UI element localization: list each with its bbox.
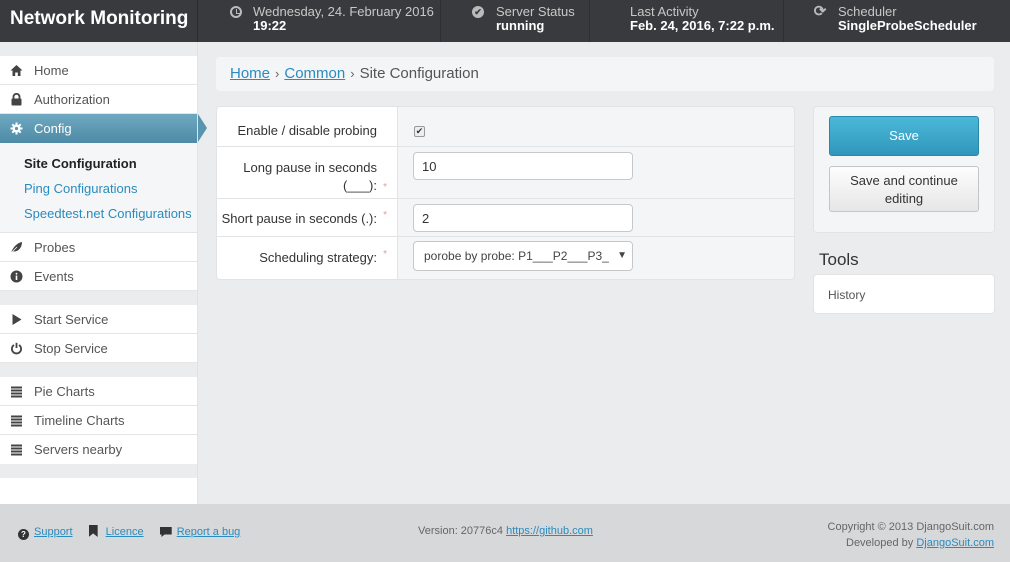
enable-probing-checkbox[interactable]: ✔ (414, 126, 425, 137)
server-status-label: Server Status (496, 4, 575, 19)
github-link[interactable]: https://github.com (506, 525, 593, 537)
lock-icon (10, 92, 23, 106)
header-server-status: ✔ Server Status running (441, 0, 590, 42)
submit-panel: Save Save and continue editing (813, 106, 995, 233)
header-scheduler: ⟳ Scheduler SingleProbeScheduler (784, 0, 1010, 42)
sidebar-item-home[interactable]: Home (0, 56, 198, 85)
sidebar-item-label: Servers nearby (34, 442, 123, 457)
strategy-select[interactable]: porobe by probe: P1___P2___P3_ ▼ (413, 241, 633, 271)
refresh-icon: ⟳ (813, 3, 827, 20)
header-datetime: Wednesday, 24. February 2016 19:22 (199, 0, 441, 42)
top-header: Network Monitoring Wednesday, 24. Februa… (0, 0, 1010, 42)
last-activity-label: Last Activity (630, 4, 699, 19)
sidebar-item-label: Events (34, 269, 74, 284)
breadcrumb-common-link[interactable]: Common (284, 65, 345, 82)
leaf-icon (10, 241, 23, 254)
sidebar-item-label: Config (34, 121, 72, 136)
enable-probing-label: Enable / disable probing (217, 107, 398, 146)
subnav-ping-configurations[interactable]: Ping Configurations (0, 176, 198, 201)
date-label: Wednesday, 24. February 2016 (253, 4, 434, 19)
play-icon (10, 313, 23, 326)
sidebar-item-label: Stop Service (34, 341, 108, 356)
report-bug-link[interactable]: Report a bug (177, 526, 241, 538)
breadcrumb-separator: › (350, 66, 355, 81)
last-activity-value: Feb. 24, 2016, 7:22 p.m. (630, 18, 775, 33)
history-link[interactable]: History (813, 274, 995, 314)
sidebar-item-label: Start Service (34, 312, 109, 327)
form-row-enable: Enable / disable probing ✔ (217, 107, 794, 147)
sidebar-item-events[interactable]: Events (0, 262, 198, 291)
sidebar-group-charts: Pie Charts Timeline Charts Servers nearb… (0, 377, 198, 464)
copyright-text: Copyright © 2013 DjangoSuit.com (827, 521, 994, 533)
list-icon (10, 414, 23, 427)
developer-link[interactable]: DjangoSuit.com (916, 537, 994, 549)
breadcrumb-current: Site Configuration (359, 65, 479, 82)
sidebar-item-label: Probes (34, 240, 76, 255)
sidebar-item-config[interactable]: Config (0, 114, 207, 143)
short-pause-input[interactable] (413, 204, 633, 232)
sidebar-item-label: Pie Charts (34, 384, 95, 399)
sidebar-item-servers-nearby[interactable]: Servers nearby (0, 435, 198, 464)
server-status-value: running (496, 18, 545, 33)
form-row-strategy: Scheduling strategy: * porobe by probe: … (217, 237, 794, 279)
sidebar-item-probes[interactable]: Probes (0, 233, 198, 262)
sidebar-item-stop-service[interactable]: Stop Service (0, 334, 198, 363)
question-icon: ? (18, 529, 29, 540)
header-last-activity: Last Activity Feb. 24, 2016, 7:22 p.m. (590, 0, 784, 42)
subnav-speedtest-configurations[interactable]: Speedtest.net Configurations (0, 201, 198, 226)
sidebar-item-authorization[interactable]: Authorization (0, 85, 198, 114)
required-marker: * (383, 249, 387, 260)
tools-title: Tools (819, 250, 859, 269)
site-configuration-form: Enable / disable probing ✔ Long pause in… (216, 106, 795, 280)
footer-version: Version: 20776c4 https://github.com (418, 525, 593, 537)
time-value: 19:22 (253, 18, 287, 33)
save-button[interactable]: Save (829, 116, 979, 156)
scheduler-label: Scheduler (838, 4, 897, 19)
sidebar-item-start-service[interactable]: Start Service (0, 305, 198, 334)
licence-link[interactable]: Licence (106, 526, 144, 538)
sidebar: Home Authorization Config Site Configura… (0, 42, 207, 520)
power-icon (10, 342, 23, 355)
subnav-site-configuration[interactable]: Site Configuration (0, 151, 198, 176)
required-marker: * (383, 182, 387, 193)
version-label: Version: 20776c4 (418, 525, 504, 537)
config-subnav: Site Configuration Ping Configurations S… (0, 143, 198, 233)
chevron-down-icon: ▼ (617, 250, 627, 261)
sidebar-item-label: Home (34, 63, 69, 78)
form-row-short-pause: Short pause in seconds (.): * (217, 199, 794, 237)
breadcrumb-home-link[interactable]: Home (230, 65, 270, 82)
sidebar-item-label: Timeline Charts (34, 413, 125, 428)
footer: ? Support Licence Report a bug Version: 2… (0, 504, 1010, 562)
short-pause-label: Short pause in seconds (.): * (217, 199, 398, 236)
developed-by-text: Developed by (846, 537, 914, 549)
sidebar-item-pie-charts[interactable]: Pie Charts (0, 377, 198, 406)
sidebar-group-service: Start Service Stop Service (0, 305, 198, 363)
breadcrumb-separator: › (275, 66, 280, 81)
footer-links: ? Support Licence Report a bug (18, 525, 240, 540)
long-pause-input[interactable] (413, 152, 633, 180)
gear-icon (10, 122, 23, 135)
sidebar-item-label: Authorization (34, 92, 110, 107)
support-link[interactable]: Support (34, 526, 73, 538)
home-icon (10, 64, 23, 77)
scheduler-value: SingleProbeScheduler (838, 18, 977, 33)
sidebar-item-timeline-charts[interactable]: Timeline Charts (0, 406, 198, 435)
clock-icon (230, 6, 242, 18)
check-circle-icon: ✔ (472, 6, 484, 18)
form-row-long-pause: Long pause in seconds (___): * (217, 147, 794, 199)
long-pause-label: Long pause in seconds (___): * (217, 147, 398, 198)
list-icon (10, 385, 23, 398)
comment-icon (159, 527, 172, 537)
save-continue-button[interactable]: Save and continue editing (829, 166, 979, 212)
footer-copyright: Copyright © 2013 DjangoSuit.com Develope… (828, 519, 994, 551)
info-icon (10, 270, 23, 283)
sidebar-group-main: Home Authorization Config Site Configura… (0, 56, 207, 291)
strategy-label: Scheduling strategy: * (217, 237, 398, 279)
breadcrumb: Home › Common › Site Configuration (216, 57, 994, 91)
app-brand[interactable]: Network Monitoring (0, 0, 198, 42)
list-icon (10, 443, 23, 456)
required-marker: * (383, 210, 387, 221)
bookmark-icon (88, 525, 98, 537)
